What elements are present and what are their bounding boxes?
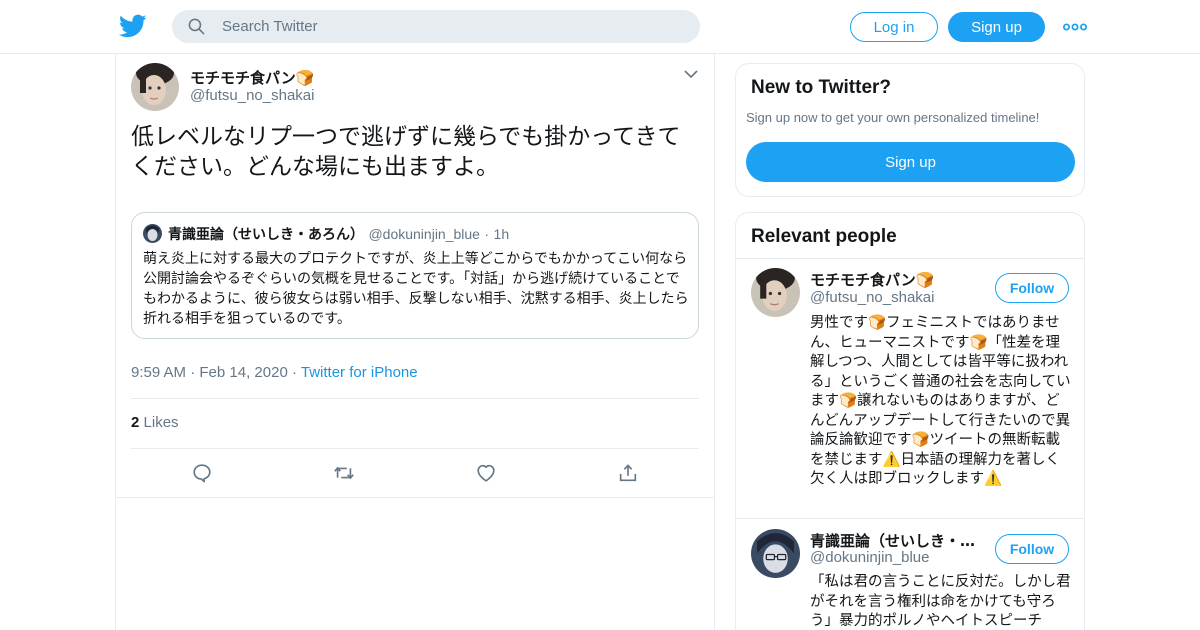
top-navigation-bar: Log in Sign up xyxy=(0,0,1200,54)
divider xyxy=(131,448,699,449)
card-title: New to Twitter? xyxy=(751,77,892,98)
likes-label: Likes xyxy=(143,414,179,431)
card-title: Relevant people xyxy=(751,226,897,247)
chevron-down-icon[interactable] xyxy=(683,68,699,80)
divider xyxy=(736,518,1084,519)
person-bio: 男性です🍞フェミニストではありません、ヒューマニストです🍞「性差を理解しつつ、人… xyxy=(810,315,1071,487)
avatar xyxy=(143,224,162,243)
quoted-author-handle: @dokuninjin_blue xyxy=(368,226,480,242)
reply-icon[interactable] xyxy=(191,462,213,484)
quoted-tweet-header: 青識亜論（せいしき・あろん） @dokuninjin_blue · 1h xyxy=(168,224,509,244)
like-icon[interactable] xyxy=(475,462,497,484)
quoted-author-name: 青識亜論（せいしき・あろん） xyxy=(168,227,364,243)
avatar[interactable] xyxy=(751,268,800,317)
avatar[interactable] xyxy=(751,529,800,578)
new-to-twitter-card: New to Twitter? Sign up now to get your … xyxy=(735,63,1085,197)
separator-dot: · xyxy=(484,226,490,242)
tweet-meta: 9:59 AM · Feb 14, 2020 · Twitter for iPh… xyxy=(131,364,418,381)
share-icon[interactable] xyxy=(617,462,639,484)
search-icon xyxy=(188,18,205,35)
follow-button[interactable]: Follow xyxy=(995,534,1069,564)
tweet-time[interactable]: 9:59 AM xyxy=(131,364,186,381)
avatar[interactable] xyxy=(131,63,179,111)
quoted-tweet[interactable]: 青識亜論（せいしき・あろん） @dokuninjin_blue · 1h 萌え炎… xyxy=(131,212,699,339)
separator-dot: · xyxy=(190,364,196,381)
search-input[interactable] xyxy=(222,10,682,43)
retweet-icon[interactable] xyxy=(333,462,355,484)
tweet-author-handle[interactable]: @futsu_no_shakai xyxy=(190,87,314,104)
relevant-people-card: Relevant people モチモチ食パン🍞 @futsu_no_shaka… xyxy=(735,212,1085,630)
follow-button[interactable]: Follow xyxy=(995,273,1069,303)
person-handle[interactable]: @dokuninjin_blue xyxy=(810,549,929,566)
divider xyxy=(131,398,699,399)
search-bar[interactable] xyxy=(172,10,700,43)
tweet-source-link[interactable]: Twitter for iPhone xyxy=(301,364,418,381)
divider xyxy=(116,497,714,498)
tweet-date[interactable]: Feb 14, 2020 xyxy=(199,364,287,381)
more-dots-icon[interactable] xyxy=(1063,17,1087,37)
person-bio: 「私は君の言うことに反対だ。しかし君がそれを言う権利は命をかけても守ろう」暴力的… xyxy=(810,574,1071,629)
signup-cta-button[interactable]: Sign up xyxy=(746,142,1075,182)
person-handle[interactable]: @futsu_no_shakai xyxy=(810,289,934,306)
likes-stat[interactable]: 2 Likes xyxy=(131,414,179,431)
tweet-author-name[interactable]: モチモチ食パン🍞 xyxy=(190,67,314,88)
likes-count: 2 xyxy=(131,414,140,431)
twitter-bird-icon[interactable] xyxy=(119,12,147,40)
signup-button[interactable]: Sign up xyxy=(948,12,1045,42)
quoted-time: 1h xyxy=(493,226,510,242)
person-name[interactable]: モチモチ食パン🍞 xyxy=(810,269,934,290)
login-button[interactable]: Log in xyxy=(850,12,938,42)
tweet-text: 低レベルなリプ一つで逃げずに幾らでも掛かってきてください。どんな場にも出ますよ。 xyxy=(131,124,681,180)
card-subtitle: Sign up now to get your own personalized… xyxy=(746,110,1040,125)
quoted-tweet-text: 萌え炎上に対する最大のプロテクトですが、炎上上等どこからでもかかってこい何なら公… xyxy=(143,251,689,327)
person-name[interactable]: 青識亜論（せいしき・… xyxy=(810,530,975,551)
divider xyxy=(736,258,1084,259)
separator-dot: · xyxy=(291,364,297,381)
